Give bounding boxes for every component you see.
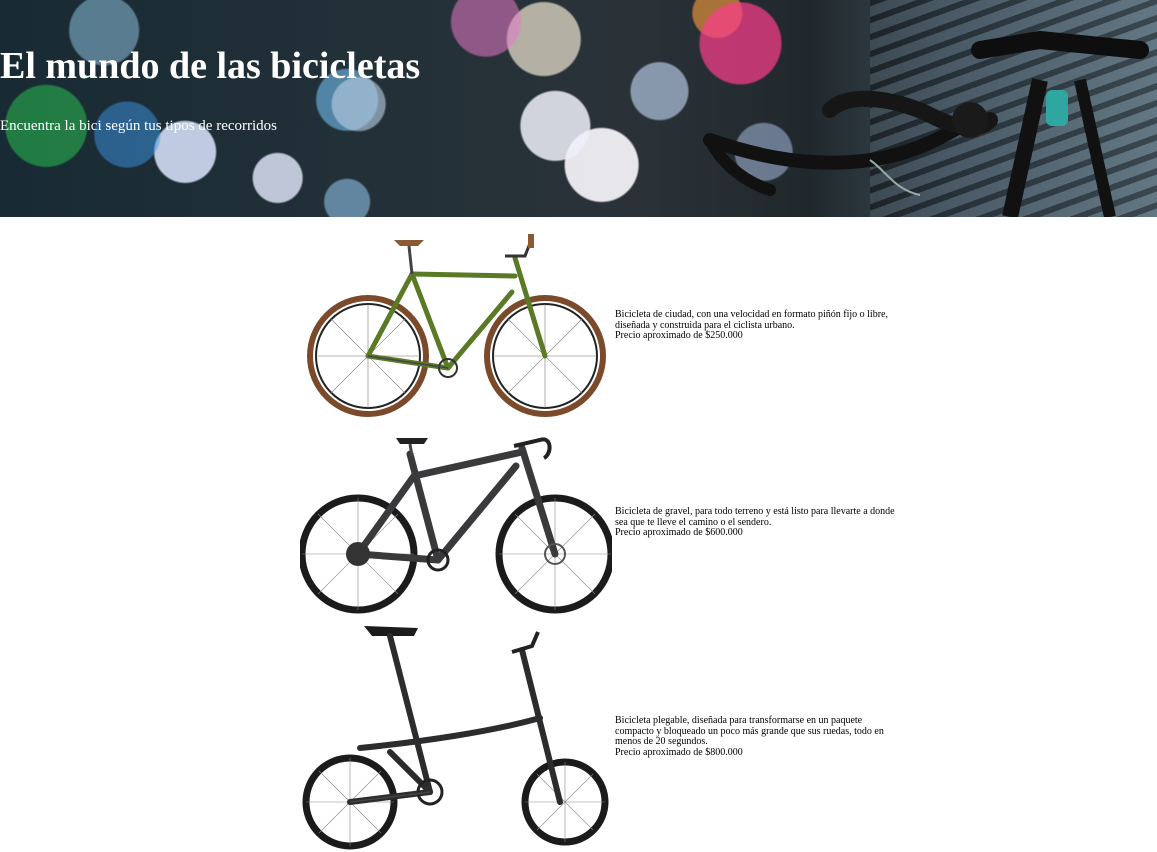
product-description-text: Bicicleta plegable, diseñada para transf…: [615, 715, 884, 747]
product-description-text: Bicicleta de gravel, para todo terreno y…: [615, 506, 895, 528]
product-price: Precio aproximado de $600.000: [615, 527, 743, 538]
product-description-text: Bicicleta de ciudad, con una velocidad e…: [615, 309, 888, 331]
product-description: Bicicleta plegable, diseñada para transf…: [615, 715, 900, 758]
folding-bicycle-icon: [302, 626, 609, 850]
handlebar-icon: [703, 30, 1149, 217]
product-city-bike: Bicicleta de ciudad, con una velocidad e…: [300, 228, 920, 423]
product-description: Bicicleta de gravel, para todo terreno y…: [615, 506, 900, 539]
page-title: El mundo de las bicicletas: [0, 45, 421, 87]
gravel-bicycle-icon: [300, 437, 612, 614]
product-price: Precio aproximado de $800.000: [615, 746, 743, 758]
product-price: Precio aproximado de $250.000: [615, 330, 743, 341]
hero-banner: El mundo de las bicicletas Encuentra la …: [0, 0, 1157, 217]
product-gravel-bike: Bicicleta de gravel, para todo terreno y…: [300, 426, 920, 618]
product-folding-bike: Bicicleta plegable, diseñada para transf…: [300, 622, 920, 850]
product-description: Bicicleta de ciudad, con una velocidad e…: [615, 309, 900, 342]
page-subtitle: Encuentra la bici según tus tipos de rec…: [0, 118, 278, 134]
city-fixie-bicycle-icon: [307, 234, 606, 417]
